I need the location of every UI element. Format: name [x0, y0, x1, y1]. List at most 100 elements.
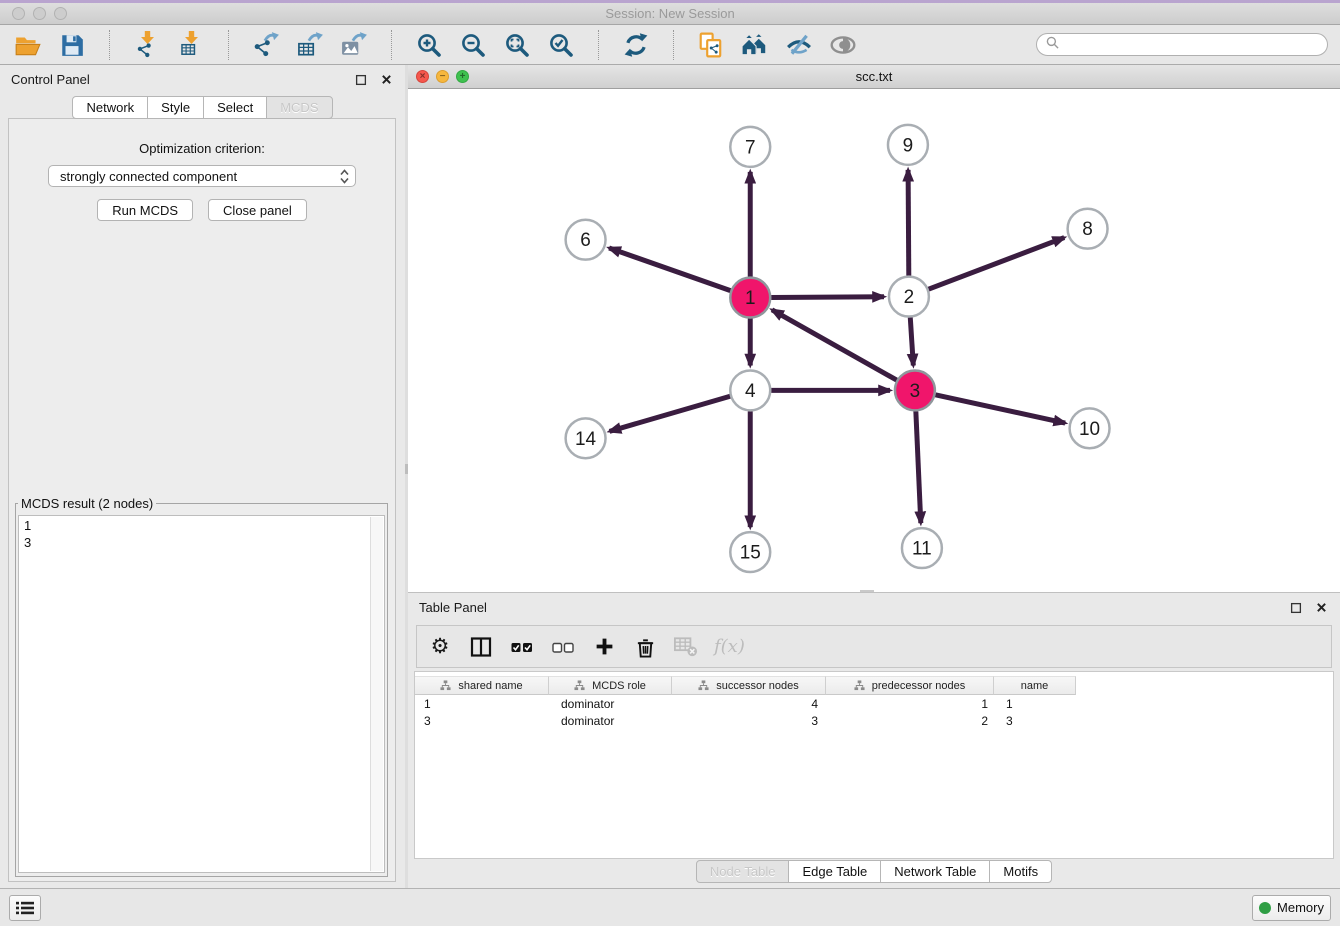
refresh-layout-icon[interactable]: [620, 29, 652, 61]
tab-network-table[interactable]: Network Table: [880, 860, 990, 883]
tab-select[interactable]: Select: [203, 96, 267, 119]
column-header-mcds-role[interactable]: MCDS role: [549, 676, 672, 695]
main-toolbar: [0, 25, 1340, 65]
graph-edge-3-1[interactable]: [772, 310, 897, 380]
delete-rows-icon[interactable]: [632, 634, 658, 660]
result-scrollbar[interactable]: [370, 517, 383, 871]
graph-node-label: 7: [745, 137, 756, 158]
table-row[interactable]: 3dominator323: [415, 712, 1333, 729]
search-input[interactable]: [1065, 38, 1318, 52]
graph-node-label: 3: [910, 381, 921, 402]
table-cell: dominator: [549, 714, 672, 728]
graph-node-label: 4: [745, 381, 756, 402]
column-header-successor-nodes[interactable]: successor nodes: [672, 676, 826, 695]
mcds-result-title: MCDS result (2 nodes): [18, 496, 156, 511]
graph-node-7[interactable]: 7: [730, 127, 770, 167]
export-network-icon[interactable]: [250, 29, 282, 61]
graph-node-9[interactable]: 9: [888, 125, 928, 165]
network-canvas[interactable]: 7 9 6 8 1 2 4 3 14 10 15 11: [408, 90, 1340, 592]
export-table-icon[interactable]: [294, 29, 326, 61]
control-panel: Control Panel NetworkStyleSelectMCDS Opt…: [0, 65, 405, 888]
table-panel-close-button[interactable]: [1313, 600, 1329, 616]
delete-table-icon: [673, 634, 699, 660]
table-settings-icon[interactable]: ⚙: [427, 634, 453, 660]
tab-network[interactable]: Network: [72, 96, 148, 119]
graph-edge-2-8[interactable]: [929, 238, 1065, 290]
export-image-icon[interactable]: [338, 29, 370, 61]
view-close-button[interactable]: ×: [416, 70, 429, 83]
select-all-icon[interactable]: [509, 634, 535, 660]
window-titlebar: Session: New Session: [0, 0, 1340, 25]
main-toolbar-icons: [12, 29, 859, 61]
graph-node-4[interactable]: 4: [730, 370, 770, 410]
import-table-icon[interactable]: [175, 29, 207, 61]
window-title: Session: New Session: [0, 3, 1340, 25]
graph-node-14[interactable]: 14: [566, 418, 606, 458]
graph-edge-4-14[interactable]: [610, 396, 731, 431]
table-panel-float-button[interactable]: [1288, 600, 1304, 616]
graph-node-6[interactable]: 6: [566, 220, 606, 260]
network-view-title: scc.txt: [408, 69, 1340, 84]
column-panel-icon[interactable]: [468, 634, 494, 660]
memory-button[interactable]: Memory: [1252, 895, 1331, 921]
toolbar-separator: [391, 30, 392, 60]
table-cell: 3: [672, 714, 826, 728]
graph-node-11[interactable]: 11: [902, 528, 942, 568]
graph-edge-1-2[interactable]: [771, 297, 884, 298]
tab-edge-table[interactable]: Edge Table: [788, 860, 881, 883]
task-history-button[interactable]: [9, 895, 41, 921]
graphics-details-icon[interactable]: [783, 29, 815, 61]
graph-node-1[interactable]: 1: [730, 278, 770, 318]
tab-node-table[interactable]: Node Table: [696, 860, 790, 883]
column-header-shared-name[interactable]: shared name: [415, 676, 549, 695]
preview-eye-icon[interactable]: [827, 29, 859, 61]
zoom-in-icon[interactable]: [413, 29, 445, 61]
graph-node-label: 9: [903, 135, 914, 156]
run-mcds-button[interactable]: Run MCDS: [97, 199, 193, 221]
tab-style[interactable]: Style: [147, 96, 204, 119]
tab-mcds[interactable]: MCDS: [266, 96, 332, 119]
control-panel-close-button[interactable]: [378, 72, 394, 88]
table-row[interactable]: 1dominator411: [415, 695, 1333, 712]
deselect-all-icon[interactable]: [550, 634, 576, 660]
zoom-selected-icon[interactable]: [545, 29, 577, 61]
table-cell: 3: [415, 714, 549, 728]
graph-node-10[interactable]: 10: [1070, 408, 1110, 448]
add-row-icon[interactable]: [591, 634, 617, 660]
graph-edge-2-3[interactable]: [910, 318, 913, 366]
graph-node-15[interactable]: 15: [730, 532, 770, 572]
open-session-icon[interactable]: [12, 29, 44, 61]
table-cell: 1: [994, 697, 1076, 711]
save-session-icon[interactable]: [56, 29, 88, 61]
network-view-titlebar: × − + scc.txt: [408, 65, 1340, 89]
graph-node-3[interactable]: 3: [895, 370, 935, 410]
control-panel-float-button[interactable]: [353, 72, 369, 88]
network-view-window: × − + scc.txt 7 9 6 8 1 2 4 3 14 10 15 11: [408, 65, 1340, 592]
graph-node-2[interactable]: 2: [889, 277, 929, 317]
node-table: shared nameMCDS rolesuccessor nodesprede…: [414, 671, 1334, 859]
graph-edge-2-9[interactable]: [908, 170, 909, 276]
zoom-out-icon[interactable]: [457, 29, 489, 61]
graph-node-8[interactable]: 8: [1068, 209, 1108, 249]
first-neighbors-icon[interactable]: [739, 29, 771, 61]
column-header-predecessor-nodes[interactable]: predecessor nodes: [826, 676, 994, 695]
status-bar: Memory: [0, 888, 1340, 926]
memory-button-label: Memory: [1277, 900, 1324, 915]
import-network-icon[interactable]: [131, 29, 163, 61]
graph-node-label: 11: [912, 539, 932, 560]
search-box[interactable]: [1036, 33, 1328, 56]
close-panel-button[interactable]: Close panel: [208, 199, 307, 221]
view-minimize-button[interactable]: −: [436, 70, 449, 83]
column-header-name[interactable]: name: [994, 676, 1076, 695]
select-stepper-icon: [340, 168, 349, 185]
graph-edge-3-11[interactable]: [916, 411, 921, 523]
zoom-fit-icon[interactable]: [501, 29, 533, 61]
function-builder-icon: f(x): [714, 634, 745, 660]
graph-edge-3-10[interactable]: [935, 395, 1065, 423]
tab-motifs[interactable]: Motifs: [989, 860, 1052, 883]
graph-node-label: 1: [745, 288, 756, 309]
optimization-criterion-select[interactable]: strongly connected component: [48, 165, 356, 187]
graph-edge-1-6[interactable]: [609, 248, 730, 291]
view-zoom-button[interactable]: +: [456, 70, 469, 83]
clone-network-icon[interactable]: [695, 29, 727, 61]
